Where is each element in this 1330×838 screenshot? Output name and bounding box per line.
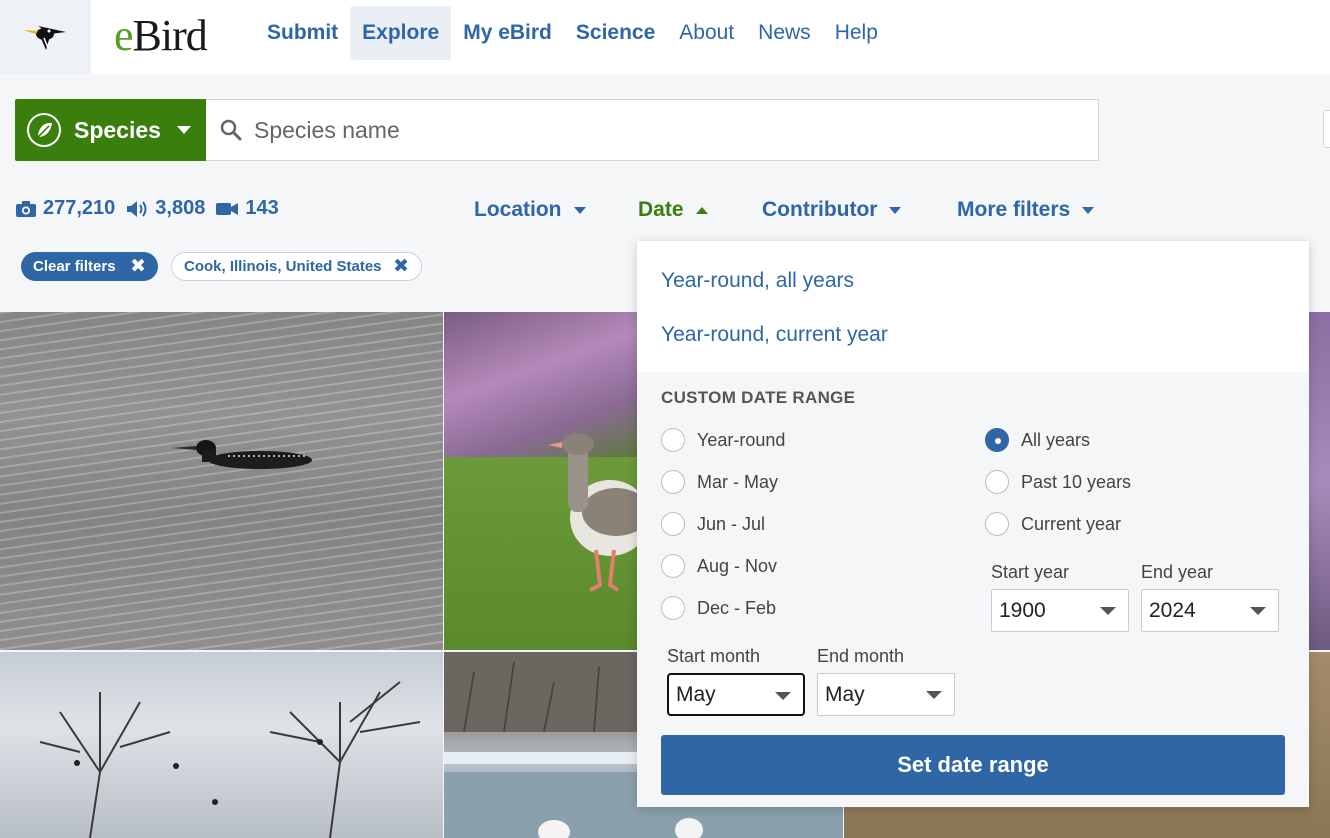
end-year-select[interactable]: 2024 [1141,589,1279,632]
end-month-select[interactable]: May [817,673,955,716]
top-navigation-bar: eBird Submit Explore My eBird Science Ab… [0,0,1330,74]
species-leaf-icon [27,113,61,147]
ebird-bird-logo-icon[interactable] [0,0,91,74]
set-date-range-button[interactable]: Set date range [661,735,1285,795]
season-mar-may-radio[interactable]: Mar - May [661,470,778,494]
nav-explore[interactable]: Explore [350,6,452,60]
media-counts: 277,210 3,808 143 [15,197,289,220]
photo-count[interactable]: 277,210 [15,197,115,220]
radio-button-selected[interactable] [985,428,1009,452]
chevron-up-icon [695,206,708,214]
current-year-radio[interactable]: Current year [985,512,1121,536]
season-jun-jul-radio[interactable]: Jun - Jul [661,512,765,536]
ebird-wordmark-logo[interactable]: eBird [114,10,208,61]
more-filters[interactable]: More filters [957,198,1095,222]
photo-goose-partial[interactable] [1309,312,1330,650]
species-search-input[interactable] [254,116,1074,144]
close-icon: ✖ [393,256,409,277]
photo-count-value: 277,210 [43,197,116,219]
location-chip-label: Cook, Illinois, United States [184,258,382,275]
end-year-value: 2024 [1149,598,1196,622]
chevron-down-icon [926,691,942,699]
start-month-label: Start month [667,646,761,666]
date-filter-panel: Year-round, all years Year-round, curren… [637,241,1309,807]
partial-control-edge[interactable] [1323,110,1330,148]
nav-submit[interactable]: Submit [255,6,350,60]
start-year-value: 1900 [999,598,1046,622]
all-years-radio[interactable]: All years [985,428,1090,452]
more-filters-label: More filters [957,198,1071,221]
chevron-down-icon [889,206,902,214]
season-label: Mar - May [697,471,778,492]
location-filter[interactable]: Location [474,198,586,222]
season-label: Dec - Feb [697,597,777,618]
audio-count[interactable]: 3,808 [125,197,205,220]
photo-goose-on-grass[interactable] [444,312,644,650]
season-year-round-radio[interactable]: Year-round [661,428,785,452]
start-month-value: May [676,682,716,706]
nav-about[interactable]: About [667,6,746,60]
radio-button[interactable] [985,470,1009,494]
past-10-years-radio[interactable]: Past 10 years [985,470,1131,494]
video-camera-icon [216,202,239,215]
video-count-value: 143 [245,197,279,219]
clear-filters-label: Clear filters [33,258,116,275]
species-search-box [206,99,1099,161]
chevron-down-icon [775,692,791,700]
season-label: Aug - Nov [697,555,778,576]
year-scope-label: Current year [1021,513,1122,534]
search-type-label: Species [74,116,161,143]
season-label: Jun - Jul [697,513,766,534]
radio-button[interactable] [661,596,685,620]
nav-my-ebird[interactable]: My eBird [451,6,564,60]
end-month-label: End month [817,646,905,666]
chevron-down-icon [1100,607,1116,615]
chevron-down-icon [1082,206,1095,214]
contributor-filter-label: Contributor [762,198,878,221]
start-month-select[interactable]: May [667,673,805,716]
nav-news[interactable]: News [746,6,823,60]
chevron-down-icon [176,126,191,134]
start-year-label: Start year [991,562,1070,582]
audio-count-value: 3,808 [155,197,206,219]
video-count[interactable]: 143 [215,197,279,220]
contributor-filter[interactable]: Contributor [762,198,902,222]
season-aug-nov-radio[interactable]: Aug - Nov [661,554,777,578]
nav-help[interactable]: Help [823,6,890,60]
year-round-current-year-option[interactable]: Year-round, current year [661,323,888,347]
nav-science[interactable]: Science [564,6,667,60]
clear-filters-chip[interactable]: Clear filters ✖ [21,252,158,281]
year-scope-label: Past 10 years [1021,471,1132,492]
end-month-value: May [825,682,865,706]
custom-date-range-heading: CUSTOM DATE RANGE [661,388,856,407]
start-year-select[interactable]: 1900 [991,589,1129,632]
season-label: Year-round [697,429,786,450]
chevron-down-icon [573,206,586,214]
radio-button[interactable] [985,512,1009,536]
photo-trees-sky[interactable] [0,652,443,838]
search-icon [220,119,242,141]
year-scope-label: All years [1021,429,1091,450]
date-quick-options: Year-round, all years Year-round, curren… [637,241,1309,372]
location-chip[interactable]: Cook, Illinois, United States ✖ [171,252,422,281]
year-round-all-years-option[interactable]: Year-round, all years [661,269,854,293]
search-type-dropdown[interactable]: Species [15,99,206,161]
speaker-icon [127,200,147,217]
main-nav: Submit Explore My eBird Science About Ne… [255,6,890,60]
location-filter-label: Location [474,198,562,221]
radio-button[interactable] [661,470,685,494]
date-filter-label: Date [638,198,684,221]
radio-button[interactable] [661,428,685,452]
date-filter[interactable]: Date [638,198,708,222]
radio-button[interactable] [661,512,685,536]
radio-button[interactable] [661,554,685,578]
end-year-label: End year [1141,562,1214,582]
photo-loon-on-water[interactable] [0,312,443,650]
camera-icon [16,200,36,217]
season-dec-feb-radio[interactable]: Dec - Feb [661,596,776,620]
chevron-down-icon [1250,607,1266,615]
close-icon: ✖ [130,256,146,277]
